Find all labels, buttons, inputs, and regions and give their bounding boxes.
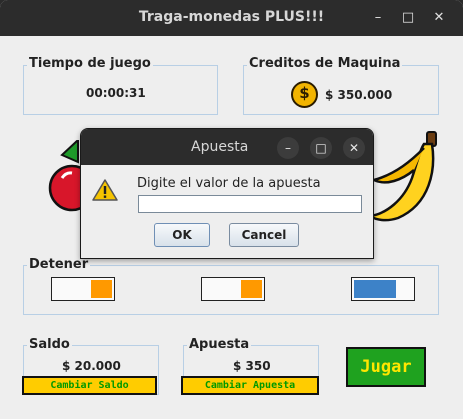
machine-credits-value: $ 350.000	[325, 88, 393, 102]
stop-reel-2-toggle[interactable]	[201, 277, 265, 301]
ok-button[interactable]: OK	[154, 223, 210, 247]
stop-reel-3-indicator	[354, 280, 396, 298]
dialog-title: Apuesta	[191, 139, 249, 155]
bet-label: Apuesta	[187, 337, 252, 352]
coin-dollar-icon	[291, 81, 318, 108]
minimize-button[interactable]: –	[369, 9, 387, 27]
game-time-value: 00:00:31	[86, 86, 146, 100]
warning-icon	[92, 179, 118, 201]
machine-credits-label: Creditos de Maquina	[247, 56, 403, 71]
change-bet-button[interactable]: Cambiar Apuesta	[181, 376, 319, 395]
cancel-button[interactable]: Cancel	[229, 223, 299, 247]
stop-label: Detener	[27, 257, 91, 272]
stop-reel-2-indicator	[241, 280, 262, 298]
play-button[interactable]: Jugar	[346, 347, 426, 387]
dialog-maximize-button[interactable]: □	[310, 137, 332, 159]
change-balance-button[interactable]: Cambiar Saldo	[22, 376, 157, 395]
balance-value: $ 20.000	[62, 359, 121, 373]
banana-icon	[368, 131, 437, 222]
bet-amount-input[interactable]	[138, 195, 362, 213]
window-title: Traga-monedas PLUS!!!	[138, 9, 325, 25]
stop-reel-1-indicator	[91, 280, 112, 298]
maximize-button[interactable]: □	[399, 9, 417, 27]
bet-value: $ 350	[233, 359, 271, 373]
balance-label: Saldo	[27, 337, 72, 352]
game-time-label: Tiempo de juego	[27, 56, 153, 71]
bet-dialog: Apuesta – □ ✕ Digite el valor de la apue…	[80, 128, 374, 259]
dialog-close-button[interactable]: ✕	[343, 137, 365, 159]
stop-reel-1-toggle[interactable]	[51, 277, 115, 301]
dialog-minimize-button[interactable]: –	[277, 137, 299, 159]
title-bar[interactable]: Traga-monedas PLUS!!! – □ ✕	[0, 0, 463, 36]
stop-reel-3-toggle[interactable]	[351, 277, 415, 301]
dialog-title-bar[interactable]: Apuesta – □ ✕	[81, 129, 373, 165]
dialog-message: Digite el valor de la apuesta	[137, 176, 321, 191]
close-button[interactable]: ✕	[430, 9, 448, 27]
